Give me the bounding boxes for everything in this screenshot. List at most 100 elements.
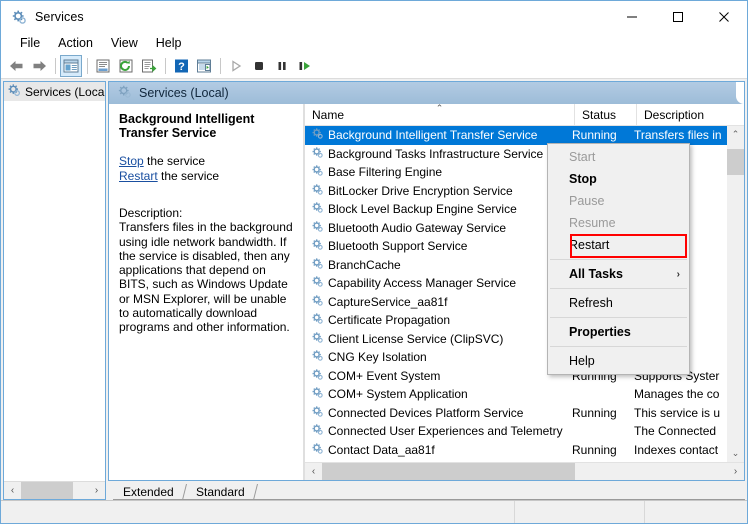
services-gear-icon: [311, 368, 324, 384]
cell-name: CNG Key Isolation: [305, 349, 569, 365]
context-menu-item-stop[interactable]: Stop: [548, 168, 689, 190]
scroll-up-arrow-icon[interactable]: ⌃: [727, 126, 744, 143]
cell-status: Running: [572, 442, 617, 457]
services-gear-icon: [311, 146, 324, 162]
services-gear-icon: [311, 423, 324, 439]
cell-status: Running: [572, 128, 617, 143]
services-gear-icon: [311, 442, 324, 458]
tree-node-services-local[interactable]: Services (Loca: [4, 82, 105, 101]
tab-extended[interactable]: Extended: [111, 484, 187, 500]
scroll-thumb-horizontal[interactable]: [322, 463, 575, 480]
services-gear-icon: [311, 294, 324, 310]
service-name-label: Block Level Backup Engine Service: [328, 202, 517, 217]
new-window-icon[interactable]: [193, 55, 215, 77]
restart-service-link-suffix: the service: [157, 169, 220, 183]
table-row[interactable]: Contact Data_aa81f Running Indexes contact: [305, 441, 744, 460]
restart-service-icon[interactable]: [294, 55, 316, 77]
column-header-status[interactable]: Status: [575, 104, 637, 125]
properties-icon[interactable]: [92, 55, 114, 77]
context-menu-item-all-tasks[interactable]: All Tasks ›: [548, 263, 689, 285]
restart-service-link[interactable]: Restart: [119, 169, 158, 183]
svg-text:?: ?: [178, 61, 185, 73]
scroll-left-arrow-icon[interactable]: ‹: [4, 482, 21, 499]
close-button[interactable]: [701, 1, 747, 32]
context-menu-item-properties[interactable]: Properties: [548, 321, 689, 343]
column-header-name[interactable]: ⌃ Name: [305, 104, 575, 125]
maximize-button[interactable]: [655, 1, 701, 32]
tree-horizontal-scrollbar[interactable]: ‹ ›: [4, 481, 105, 499]
column-header-status-label: Status: [582, 107, 617, 122]
scroll-right-arrow-icon[interactable]: ›: [88, 482, 105, 499]
scroll-thumb[interactable]: [21, 482, 73, 499]
stop-service-link[interactable]: Stop: [119, 154, 144, 168]
context-menu-item-refresh[interactable]: Refresh: [548, 292, 689, 314]
service-name-label: Connected Devices Platform Service: [328, 405, 524, 420]
scroll-right-arrow-icon[interactable]: ›: [727, 463, 744, 480]
show-hide-console-tree-icon[interactable]: [60, 54, 82, 77]
scroll-left-arrow-icon[interactable]: ‹: [305, 463, 322, 480]
help-icon[interactable]: ?: [170, 55, 192, 77]
services-gear-icon: [11, 9, 27, 25]
scroll-track-horizontal[interactable]: [322, 463, 727, 480]
context-menu-item-resume: Resume: [548, 212, 689, 234]
column-header-description-label: Description: [644, 107, 705, 122]
services-gear-icon: [311, 127, 324, 143]
service-name-label: BitLocker Drive Encryption Service: [328, 183, 513, 198]
table-row[interactable]: Connected User Experiences and Telemetry…: [305, 422, 744, 441]
service-name-label: Client License Service (ClipSVC): [328, 331, 504, 346]
scroll-track[interactable]: [21, 482, 88, 499]
context-menu-item-start: Start: [548, 146, 689, 168]
cell-name: COM+ System Application: [305, 386, 569, 402]
cell-name: Certificate Propagation: [305, 312, 569, 328]
list-vertical-scrollbar[interactable]: ⌃ ⌄: [727, 126, 744, 462]
table-row[interactable]: COM+ System Application Manages the co: [305, 385, 744, 404]
menu-help[interactable]: Help: [147, 34, 191, 52]
service-name-label: Bluetooth Audio Gateway Service: [328, 220, 507, 235]
scroll-thumb-vertical[interactable]: [727, 149, 744, 175]
window-controls: [609, 1, 747, 32]
service-description: Description: Transfers files in the back…: [119, 206, 293, 335]
cell-name: Client License Service (ClipSVC): [305, 331, 569, 347]
pane-header: Services (Local): [109, 82, 744, 104]
list-horizontal-scrollbar[interactable]: ‹ ›: [305, 462, 744, 480]
console-tree-pane: Services (Loca ‹ ›: [3, 81, 106, 500]
context-menu-item-label: Resume: [569, 216, 616, 230]
start-service-icon[interactable]: [225, 55, 247, 77]
submenu-arrow-icon: ›: [676, 268, 680, 280]
service-name-label: CaptureService_aa81f: [328, 294, 448, 309]
pause-service-icon[interactable]: [271, 55, 293, 77]
forward-arrow-icon[interactable]: [28, 55, 50, 77]
column-header-description[interactable]: Description: [637, 104, 727, 125]
cell-status: Running: [572, 405, 617, 420]
restart-service-link-row: Restart the service: [119, 169, 293, 184]
tab-extended-label: Extended: [123, 485, 174, 499]
service-name-label: Background Tasks Infrastructure Service: [328, 146, 544, 161]
back-arrow-icon[interactable]: [5, 55, 27, 77]
services-gear-icon: [117, 84, 132, 102]
scroll-down-arrow-icon[interactable]: ⌄: [727, 445, 744, 462]
menu-action[interactable]: Action: [49, 34, 102, 52]
minimize-button[interactable]: [609, 1, 655, 32]
context-menu-separator: [550, 259, 687, 260]
scroll-track-vertical[interactable]: [727, 143, 744, 445]
context-menu-separator: [550, 346, 687, 347]
service-name-label: COM+ System Application: [328, 387, 468, 402]
context-menu-item-help[interactable]: Help: [548, 350, 689, 372]
context-menu-item-restart[interactable]: Restart: [548, 234, 689, 256]
service-name-label: BranchCache: [328, 257, 401, 272]
sort-ascending-icon: ⌃: [435, 104, 444, 113]
context-menu-separator: [550, 317, 687, 318]
table-row[interactable]: Connected Devices Platform Service Runnin…: [305, 404, 744, 423]
services-gear-icon: [311, 183, 324, 199]
stop-service-icon[interactable]: [248, 55, 270, 77]
list-column-headers: ⌃ Name Status Description: [305, 104, 744, 126]
menu-view[interactable]: View: [102, 34, 147, 52]
refresh-icon[interactable]: [115, 55, 137, 77]
view-tabs: Extended Standard: [108, 481, 745, 500]
export-list-icon[interactable]: [138, 55, 160, 77]
tab-standard[interactable]: Standard: [183, 484, 258, 500]
status-cell-secondary: [515, 501, 645, 523]
table-row[interactable]: Background Intelligent Transfer Service R…: [305, 126, 744, 145]
menu-file[interactable]: File: [11, 34, 49, 52]
services-gear-icon: [311, 220, 324, 236]
